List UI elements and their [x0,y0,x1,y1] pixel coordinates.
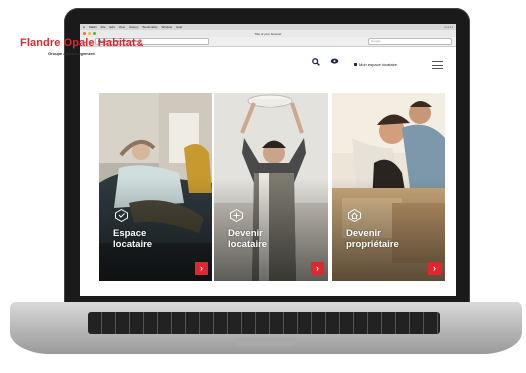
hamburger-menu-icon[interactable] [432,61,443,69]
menu-item[interactable]: Safari [89,25,97,29]
lock-icon [354,63,357,66]
card-arrow-button[interactable]: › [195,262,208,275]
card-arrow-button[interactable]: › [311,262,324,275]
status-icons: ▪ ▪ ▪ ▪ ▪ [444,25,453,29]
card-espace-locataire[interactable]: Espace locataire › [99,93,212,281]
logo-text: Flandre Opale Habitat [20,37,136,49]
menu-item[interactable]: File [101,25,106,29]
menu-item[interactable]: Window [161,25,172,29]
menu-item[interactable]: Bookmarks [142,25,157,29]
card-title: Devenir locataire [228,228,268,250]
menu-item[interactable]: History [129,25,138,29]
menu-item[interactable]: Edit [110,25,115,29]
card-devenir-locataire[interactable]: Devenir locataire › [214,93,328,281]
logo-swirl-icon: & [136,38,144,48]
tenant-space-icon [115,209,128,222]
browser-search-field[interactable]: Google [368,38,452,45]
menu-item[interactable]: Help [176,25,182,29]
card-shade [332,93,445,281]
site-logo[interactable]: Flandre Opale Habitat& [20,37,143,49]
account-link[interactable]: Mon espace locataire [354,62,397,67]
become-owner-icon [348,209,361,222]
contact-icon[interactable] [330,58,339,65]
card-shade [214,93,328,281]
card-title: Espace locataire [113,228,153,250]
logo-subtitle: Groupe ActionLogement [48,51,95,56]
account-label: Mon espace locataire [359,62,398,67]
become-tenant-icon [230,209,243,222]
laptop-trackpad-notch [234,338,296,346]
card-devenir-proprietaire[interactable]: Devenir propriétaire › [332,93,445,281]
card-shade [99,93,212,281]
search-icon[interactable] [312,58,320,66]
laptop-keyboard [88,312,440,334]
card-title: Devenir propriétaire [346,228,399,250]
browser-title-bar: Title of your browser [80,30,456,37]
card-arrow-button[interactable]: › [428,262,441,275]
menu-item[interactable]: View [119,25,125,29]
window-title: Title of your browser [254,31,282,36]
apple-icon[interactable]: ● [83,25,85,29]
